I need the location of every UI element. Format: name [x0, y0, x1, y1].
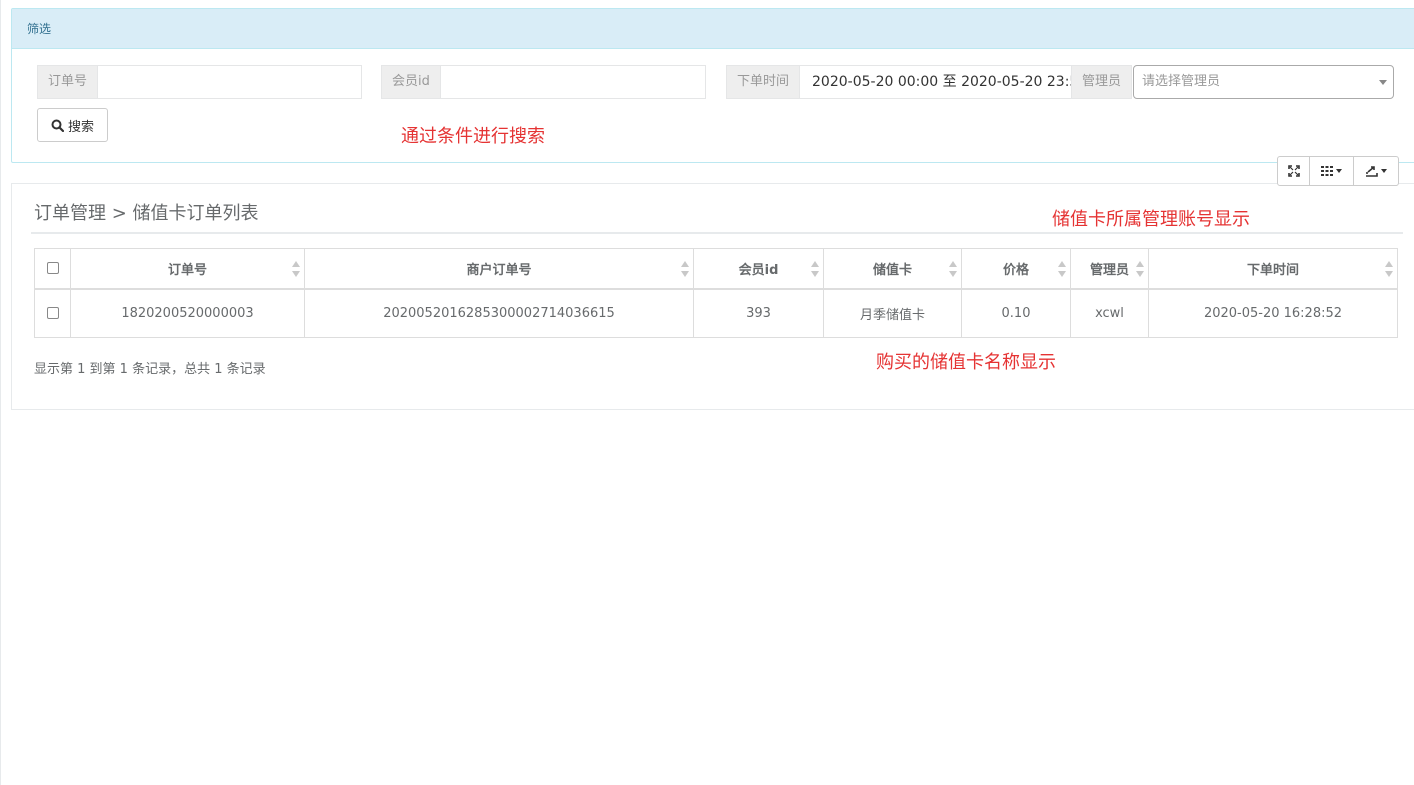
export-icon [1366, 166, 1378, 177]
admin-group: 管理员 [1071, 65, 1133, 99]
sort-icon [681, 261, 689, 277]
table-row: 1820200520000003 20200520162853000027140… [34, 288, 1398, 338]
order-no-group: 订单号 [37, 65, 362, 99]
search-button-label: 搜索 [67, 119, 94, 135]
cell-member-id: 393 [693, 288, 824, 338]
cell-order-no: 1820200520000003 [70, 288, 305, 338]
sort-icon [811, 261, 819, 277]
dropdown-arrow-icon [1379, 80, 1387, 85]
row-select-cell [34, 288, 71, 338]
cell-order-time: 2020-05-20 16:28:52 [1148, 288, 1398, 338]
column-header-member-id[interactable]: 会员id [693, 248, 824, 290]
sort-icon [292, 261, 300, 277]
column-header-price[interactable]: 价格 [961, 248, 1071, 290]
caret-down-icon [1381, 169, 1387, 173]
order-table: 订单号 商户订单号 会员id 储值卡 价格 管理员 下单时间 182020052… [34, 248, 1398, 338]
member-id-label: 会员id [381, 65, 440, 99]
row-checkbox[interactable] [46, 307, 59, 320]
sort-icon [1385, 261, 1393, 277]
sort-icon [1058, 261, 1066, 277]
member-id-input[interactable] [439, 65, 706, 99]
order-no-input[interactable] [97, 65, 362, 99]
admin-select[interactable]: 请选择管理员 [1133, 65, 1394, 99]
column-header-admin[interactable]: 管理员 [1070, 248, 1149, 290]
columns-toggle-button[interactable] [1310, 156, 1354, 186]
sort-icon [1136, 261, 1144, 277]
caret-down-icon [1336, 169, 1342, 173]
cell-admin: xcwl [1070, 288, 1149, 338]
order-time-range-input[interactable]: 2020-05-20 00:00 至 2020-05-20 23:59 [799, 65, 1072, 99]
order-time-label: 下单时间 [726, 65, 800, 99]
card-name-annotation: 购买的储值卡名称显示 [876, 352, 1056, 373]
select-all-cell [34, 248, 71, 290]
column-header-merchant-order-no[interactable]: 商户订单号 [304, 248, 694, 290]
admin-annotation: 储值卡所属管理账号显示 [1052, 209, 1250, 230]
filter-heading: 筛选 [12, 9, 1414, 49]
select-all-checkbox[interactable] [46, 262, 59, 275]
columns-icon [1321, 166, 1333, 176]
admin-label: 管理员 [1071, 65, 1133, 99]
search-icon [51, 119, 64, 132]
cell-card-name: 月季储值卡 [823, 288, 962, 338]
fullscreen-icon [1287, 165, 1300, 177]
search-annotation: 通过条件进行搜索 [401, 126, 545, 147]
sort-icon [949, 261, 957, 277]
table-header-row: 订单号 商户订单号 会员id 储值卡 价格 管理员 下单时间 [34, 248, 1398, 290]
column-header-card[interactable]: 储值卡 [823, 248, 962, 290]
page-left-border [0, 0, 1, 785]
column-header-order-time[interactable]: 下单时间 [1148, 248, 1398, 290]
cell-price: 0.10 [961, 288, 1071, 338]
breadcrumb-divider [31, 232, 1403, 234]
member-id-group: 会员id [381, 65, 706, 99]
filter-panel: 筛选 订单号 会员id 下单时间 2020-05-20 00:00 至 2020… [11, 8, 1414, 163]
breadcrumb: 订单管理 > 储值卡订单列表 [34, 203, 259, 224]
order-time-group: 下单时间 2020-05-20 00:00 至 2020-05-20 23:59 [726, 65, 1072, 99]
table-toolbar [1277, 156, 1399, 186]
cell-merchant-order-no: 2020052016285300002714036615 [304, 288, 694, 338]
export-button[interactable] [1354, 156, 1399, 186]
fullscreen-button[interactable] [1277, 156, 1310, 186]
pagination-info: 显示第 1 到第 1 条记录，总共 1 条记录 [34, 362, 266, 377]
search-button[interactable]: 搜索 [37, 108, 108, 142]
order-no-label: 订单号 [37, 65, 98, 99]
admin-select-placeholder: 请选择管理员 [1142, 74, 1221, 89]
column-header-order-no[interactable]: 订单号 [70, 248, 305, 290]
